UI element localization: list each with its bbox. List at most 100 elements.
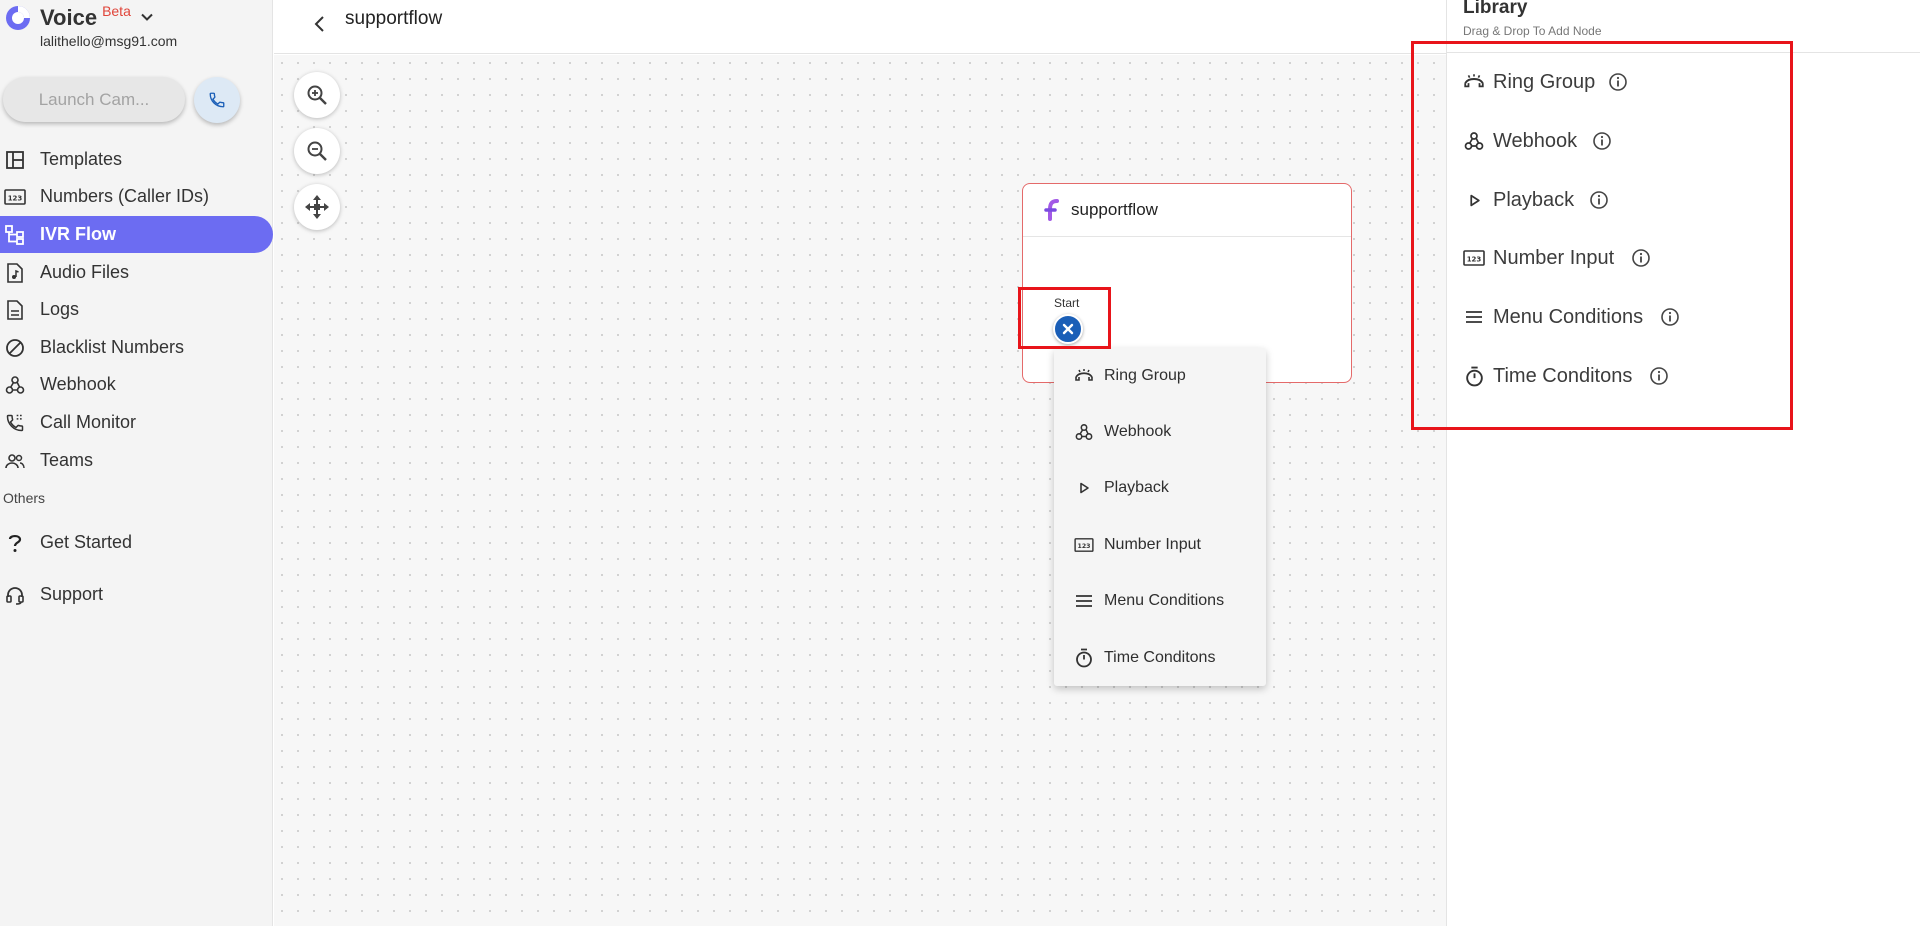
flow-canvas[interactable]: supportflow Start Ring Group Webhook Pla… <box>274 55 1446 926</box>
play-icon <box>1463 189 1485 211</box>
number-input-icon: 123 <box>4 186 26 208</box>
menu-item-webhook[interactable]: Webhook <box>1054 412 1266 452</box>
ring-group-icon <box>1074 366 1094 386</box>
block-icon <box>4 337 26 359</box>
voice-logo-icon <box>3 3 33 33</box>
sidebar-item-label: Get Started <box>40 532 132 553</box>
library-subtitle: Drag & Drop To Add Node <box>1463 24 1602 38</box>
start-label: Start <box>1054 296 1079 310</box>
menu-item-time-conditions[interactable]: Time Conditons <box>1054 638 1266 678</box>
library-item-label: Webhook <box>1493 130 1577 153</box>
flow-title: supportflow <box>345 8 442 30</box>
launch-campaign-button[interactable]: Launch Cam... <box>3 77 185 122</box>
close-icon <box>1062 323 1074 335</box>
info-icon[interactable] <box>1631 248 1651 268</box>
sidebar-item-numbers[interactable]: 123 Numbers (Caller IDs) <box>0 178 273 215</box>
zoom-out-button[interactable] <box>294 128 340 174</box>
menu-item-ring-group[interactable]: Ring Group <box>1054 356 1266 396</box>
app-name: Voice <box>40 5 97 31</box>
account-email: lalithello@msg91.com <box>40 33 177 49</box>
info-icon[interactable] <box>1589 190 1609 210</box>
library-item-number-input[interactable]: 123 Number Input <box>1447 236 1807 280</box>
sidebar-item-label: Blacklist Numbers <box>40 337 184 358</box>
start-handle[interactable] <box>1053 314 1083 344</box>
timer-icon <box>1074 648 1094 668</box>
sidebar-item-get-started[interactable]: Get Started <box>0 524 273 561</box>
chevron-down-icon[interactable] <box>139 9 155 25</box>
zoom-out-icon <box>305 139 329 163</box>
sidebar-item-label: Support <box>40 584 103 605</box>
node-title: supportflow <box>1071 200 1158 220</box>
zoom-in-button[interactable] <box>294 72 340 118</box>
call-monitor-icon <box>4 412 26 434</box>
library-item-playback[interactable]: Playback <box>1447 178 1807 222</box>
library-item-label: Menu Conditions <box>1493 306 1643 329</box>
svg-text:123: 123 <box>1078 543 1091 550</box>
menu-item-number-input[interactable]: 123 Number Input <box>1054 525 1266 565</box>
svg-text:123: 123 <box>1467 256 1482 264</box>
audio-file-icon <box>4 262 26 284</box>
info-icon[interactable] <box>1649 366 1669 386</box>
node-header: supportflow <box>1023 184 1351 237</box>
layout-icon <box>4 149 26 171</box>
menu-item-label: Ring Group <box>1104 367 1186 385</box>
menu-item-label: Playback <box>1104 479 1169 497</box>
sidebar-item-label: Webhook <box>40 374 116 395</box>
info-icon[interactable] <box>1592 131 1612 151</box>
menu-item-label: Number Input <box>1104 536 1201 554</box>
menu-icon <box>1074 591 1094 611</box>
sidebar-item-webhook[interactable]: Webhook <box>0 366 273 403</box>
menu-item-playback[interactable]: Playback <box>1054 468 1266 508</box>
sidebar-item-support[interactable]: Support <box>0 576 273 613</box>
menu-item-menu-conditions[interactable]: Menu Conditions <box>1054 581 1266 621</box>
library-item-label: Playback <box>1493 189 1574 212</box>
sidebar-item-label: Teams <box>40 450 93 471</box>
sidebar: Voice Beta lalithello@msg91.com Launch C… <box>0 0 273 926</box>
library-item-time-conditions[interactable]: Time Conditons <box>1447 354 1807 398</box>
app-switcher[interactable]: Voice Beta <box>3 3 155 33</box>
sidebar-item-audio-files[interactable]: Audio Files <box>0 254 273 291</box>
webhook-icon <box>1463 130 1485 152</box>
headset-icon <box>4 584 26 606</box>
sidebar-item-label: IVR Flow <box>40 224 116 245</box>
number-input-icon: 123 <box>1463 247 1485 269</box>
svg-text:123: 123 <box>8 194 23 202</box>
beta-badge: Beta <box>102 3 131 19</box>
sidebar-item-label: Templates <box>40 149 122 170</box>
sidebar-item-teams[interactable]: Teams <box>0 442 273 479</box>
sidebar-item-ivr-flow[interactable]: IVR Flow <box>0 216 273 253</box>
call-button[interactable] <box>194 77 240 123</box>
chevron-left-icon <box>313 15 327 33</box>
sidebar-item-label: Numbers (Caller IDs) <box>40 186 209 207</box>
sidebar-item-label: Call Monitor <box>40 412 136 433</box>
sidebar-item-logs[interactable]: Logs <box>0 291 273 328</box>
menu-item-label: Time Conditons <box>1104 649 1215 667</box>
info-icon[interactable] <box>1608 72 1628 92</box>
ring-group-icon <box>1463 71 1485 93</box>
number-input-icon: 123 <box>1074 535 1094 555</box>
library-item-menu-conditions[interactable]: Menu Conditions <box>1447 295 1807 339</box>
library-item-label: Ring Group <box>1493 71 1595 94</box>
question-icon <box>4 532 26 554</box>
library-title: Library <box>1463 0 1527 19</box>
menu-icon <box>1463 306 1485 328</box>
sidebar-item-call-monitor[interactable]: Call Monitor <box>0 404 273 441</box>
library-item-webhook[interactable]: Webhook <box>1447 119 1807 163</box>
sidebar-item-templates[interactable]: Templates <box>0 141 273 178</box>
zoom-in-icon <box>305 83 329 107</box>
fit-view-button[interactable] <box>294 184 340 230</box>
document-icon <box>4 299 26 321</box>
others-section-label: Others <box>3 490 45 506</box>
library-item-label: Time Conditons <box>1493 365 1632 388</box>
sidebar-item-label: Logs <box>40 299 79 320</box>
flow-tree-icon <box>4 224 26 246</box>
library-item-ring-group[interactable]: Ring Group <box>1447 60 1807 104</box>
move-arrows-icon <box>304 194 330 220</box>
webhook-icon <box>1074 422 1094 442</box>
back-button[interactable] <box>308 12 332 36</box>
timer-icon <box>1463 365 1485 387</box>
info-icon[interactable] <box>1660 307 1680 327</box>
add-node-menu: Ring Group Webhook Playback 123 Number I… <box>1054 348 1266 686</box>
sidebar-item-blacklist-numbers[interactable]: Blacklist Numbers <box>0 329 273 366</box>
menu-item-label: Menu Conditions <box>1104 592 1224 610</box>
